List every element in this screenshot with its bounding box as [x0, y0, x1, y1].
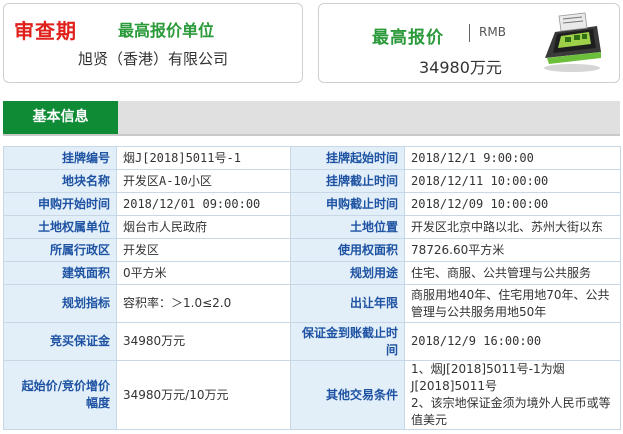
value-listing-end-time: 2018/12/11 10:00:00: [404, 169, 621, 193]
table-row: 申购开始时间 2018/12/01 09:00:00 申购截止时间 2018/1…: [3, 192, 621, 216]
table-row: 土地权属单位 烟台市人民政府 土地位置 开发区北京中路以北、苏州大街以东: [3, 215, 621, 239]
highest-bid-unit-panel: 审查期 最高报价单位 旭贤（香港）有限公司: [3, 3, 303, 83]
table-row: 竞买保证金 34980万元 保证金到账截止时间 2018/12/9 16:00:…: [3, 322, 621, 361]
label-transfer-term: 出让年限: [290, 284, 405, 323]
currency-label: RMB: [479, 25, 506, 39]
value-listing-number: 烟J[2018]5011号-1: [116, 146, 291, 170]
label-starting-price: 起始价/竞价增价幅度: [3, 360, 117, 430]
value-deposit-deadline: 2018/12/9 16:00:00: [404, 322, 621, 361]
label-land-location: 土地位置: [290, 215, 405, 239]
value-transfer-term: 商服用地40年、住宅用地70年、公共管理与公共服务用地50年: [404, 284, 621, 323]
table-row: 规划指标 容积率：＞1.0≤2.0 出让年限 商服用地40年、住宅用地70年、公…: [3, 284, 621, 323]
label-planning-index: 规划指标: [3, 284, 117, 323]
label-subscription-start-time: 申购开始时间: [3, 192, 117, 216]
label-deposit-deadline: 保证金到账截止时间: [290, 322, 405, 361]
value-land-owner: 烟台市人民政府: [116, 215, 291, 239]
label-subscription-end-time: 申购截止时间: [290, 192, 405, 216]
value-starting-price: 34980万元/10万元: [116, 360, 291, 430]
value-other-conditions: 1、烟J[2018]5011号-1为烟J[2018]5011号 2、该宗地保证金…: [404, 360, 621, 430]
value-listing-start-time: 2018/12/1 9:00:00: [404, 146, 621, 170]
label-planned-use: 规划用途: [290, 261, 405, 285]
table-row: 挂牌编号 烟J[2018]5011号-1 挂牌起始时间 2018/12/1 9:…: [3, 146, 621, 170]
highest-price-panel: 最高报价 RMB 34980万元: [318, 3, 620, 83]
highest-price-value: 34980万元: [419, 58, 502, 77]
bidding-terminal-icon: [544, 12, 601, 72]
value-subscription-end-time: 2018/12/09 10:00:00: [404, 192, 621, 216]
label-listing-end-time: 挂牌截止时间: [290, 169, 405, 193]
label-parcel-name: 地块名称: [3, 169, 117, 193]
tab-bar: 基本信息: [3, 101, 620, 136]
value-subscription-start-time: 2018/12/01 09:00:00: [116, 192, 291, 216]
value-planned-use: 住宅、商服、公共管理与公共服务: [404, 261, 621, 285]
basic-info-table: 挂牌编号 烟J[2018]5011号-1 挂牌起始时间 2018/12/1 9:…: [3, 146, 621, 430]
value-parcel-name: 开发区A-10小区: [116, 169, 291, 193]
tab-basic-info[interactable]: 基本信息: [3, 101, 118, 134]
value-district: 开发区: [116, 238, 291, 262]
label-building-area: 建筑面积: [3, 261, 117, 285]
highest-bid-unit-title: 最高报价单位: [118, 21, 215, 40]
label-listing-number: 挂牌编号: [3, 146, 117, 170]
highest-price-title: 最高报价: [372, 28, 444, 48]
label-land-owner: 土地权属单位: [3, 215, 117, 239]
value-planning-index: 容积率：＞1.0≤2.0: [116, 284, 291, 323]
label-district: 所属行政区: [3, 238, 117, 262]
table-row: 地块名称 开发区A-10小区 挂牌截止时间 2018/12/11 10:00:0…: [3, 169, 621, 193]
summary-header: 审查期 最高报价单位 旭贤（香港）有限公司 最高报价 RMB 34980万元: [0, 0, 623, 88]
label-bid-deposit: 竞买保证金: [3, 322, 117, 361]
label-listing-start-time: 挂牌起始时间: [290, 146, 405, 170]
table-row: 所属行政区 开发区 使用权面积 78726.60平方米: [3, 238, 621, 262]
divider: [469, 24, 470, 42]
table-row: 建筑面积 0平方米 规划用途 住宅、商服、公共管理与公共服务: [3, 261, 621, 285]
status-label: 审查期: [14, 19, 77, 43]
value-bid-deposit: 34980万元: [116, 322, 291, 361]
highest-bid-unit-name: 旭贤（香港）有限公司: [78, 50, 229, 68]
label-use-right-area: 使用权面积: [290, 238, 405, 262]
label-other-conditions: 其他交易条件: [290, 360, 405, 430]
value-building-area: 0平方米: [116, 261, 291, 285]
value-land-location: 开发区北京中路以北、苏州大街以东: [404, 215, 621, 239]
table-row: 起始价/竞价增价幅度 34980万元/10万元 其他交易条件 1、烟J[2018…: [3, 360, 621, 430]
value-use-right-area: 78726.60平方米: [404, 238, 621, 262]
